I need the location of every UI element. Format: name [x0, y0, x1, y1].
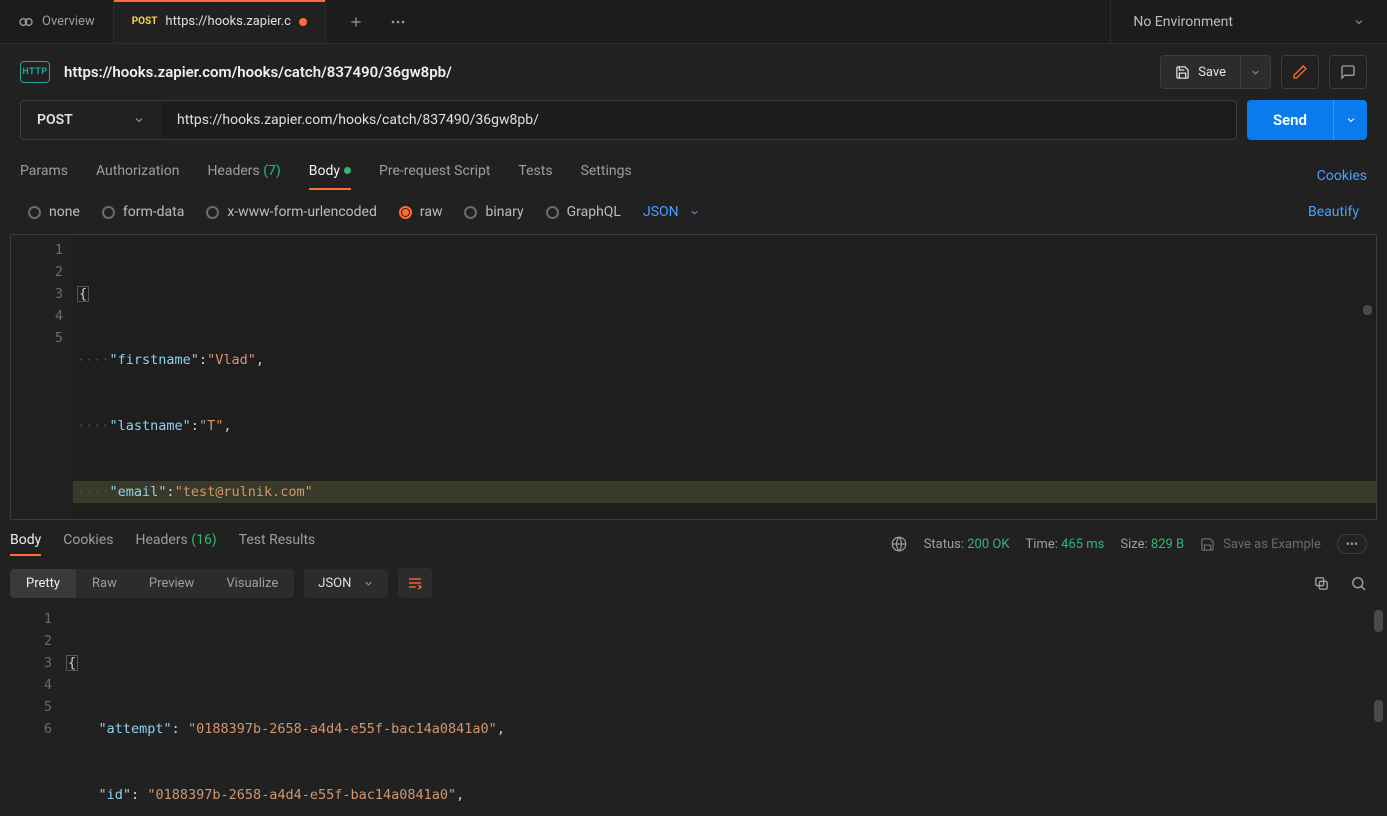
- scrollbar-thumb[interactable]: [1363, 305, 1372, 315]
- body-type-none[interactable]: none: [28, 204, 80, 220]
- body-type-graphql[interactable]: GraphQL: [546, 204, 621, 220]
- tab-headers[interactable]: Headers (7): [207, 163, 280, 189]
- tab-method-badge: POST: [132, 16, 158, 27]
- globe-icon[interactable]: [890, 535, 908, 553]
- save-options-button[interactable]: [1240, 56, 1270, 88]
- response-tab-tests[interactable]: Test Results: [239, 532, 316, 556]
- chevron-down-icon: [1353, 16, 1365, 28]
- chevron-down-icon: [1345, 114, 1357, 126]
- body-subtype-select[interactable]: JSON: [643, 204, 700, 220]
- save-button[interactable]: Save: [1161, 56, 1240, 88]
- body-type-urlencoded[interactable]: x-www-form-urlencoded: [206, 204, 377, 220]
- response-tab-body[interactable]: Body: [10, 532, 41, 556]
- response-tab-headers[interactable]: Headers (16): [135, 532, 216, 556]
- editor-gutter: 1 2 3 4 5: [11, 235, 73, 519]
- response-type-select[interactable]: JSON: [304, 569, 388, 598]
- tab-request-title: https://hooks.zapier.c: [165, 14, 291, 29]
- more-dots-icon: [391, 20, 405, 24]
- comments-button[interactable]: [1329, 55, 1367, 89]
- tab-overview-label: Overview: [42, 14, 95, 29]
- response-headers-count: (16): [191, 532, 216, 548]
- response-tab-cookies[interactable]: Cookies: [63, 532, 113, 556]
- method-value: POST: [37, 112, 73, 128]
- send-label: Send: [1273, 111, 1307, 129]
- tab-params[interactable]: Params: [20, 163, 68, 189]
- headers-count: (7): [263, 163, 281, 179]
- environment-select[interactable]: No Environment: [1110, 0, 1387, 43]
- add-tab-button[interactable]: [342, 8, 370, 36]
- time-info: Time: 465 ms: [1026, 537, 1105, 552]
- response-more-button[interactable]: •••: [1337, 534, 1367, 554]
- radio-icon: [206, 206, 219, 219]
- search-response-button[interactable]: [1350, 575, 1367, 592]
- tab-settings[interactable]: Settings: [581, 163, 632, 189]
- tab-request[interactable]: POST https://hooks.zapier.c: [114, 0, 326, 43]
- http-badge-icon: HTTP: [20, 61, 50, 83]
- cookies-link[interactable]: Cookies: [1317, 168, 1367, 184]
- save-icon: [1175, 65, 1190, 80]
- pencil-icon: [1292, 64, 1308, 80]
- scrollbar-thumb[interactable]: [1374, 700, 1383, 722]
- radio-selected-icon: [399, 206, 412, 219]
- tab-body[interactable]: Body: [309, 163, 351, 189]
- scrollbar-thumb[interactable]: [1374, 610, 1383, 632]
- request-body-editor[interactable]: 1 2 3 4 5 { ····"firstname":"Vlad", ····…: [10, 234, 1377, 520]
- url-input[interactable]: https://hooks.zapier.com/hooks/catch/837…: [161, 101, 1236, 139]
- view-pretty[interactable]: Pretty: [10, 569, 76, 598]
- size-info: Size: 829 B: [1120, 537, 1184, 552]
- body-type-formdata[interactable]: form-data: [102, 204, 184, 220]
- view-raw[interactable]: Raw: [76, 569, 133, 598]
- view-visualize[interactable]: Visualize: [210, 569, 294, 598]
- save-as-example-button[interactable]: Save as Example: [1200, 537, 1321, 552]
- beautify-button[interactable]: Beautify: [1308, 204, 1359, 220]
- radio-icon: [28, 206, 41, 219]
- copy-response-button[interactable]: [1313, 575, 1330, 592]
- body-indicator-icon: [344, 167, 351, 174]
- body-type-raw[interactable]: raw: [399, 204, 443, 220]
- response-body-editor[interactable]: 1 2 3 4 5 6 { "attempt": "0188397b-2658-…: [0, 604, 1387, 816]
- overview-icon: [18, 14, 34, 30]
- body-type-binary[interactable]: binary: [464, 204, 523, 220]
- comment-icon: [1340, 64, 1356, 80]
- radio-icon: [102, 206, 115, 219]
- tab-prerequest[interactable]: Pre-request Script: [379, 163, 490, 189]
- url-value: https://hooks.zapier.com/hooks/catch/837…: [177, 112, 539, 128]
- radio-icon: [546, 206, 559, 219]
- copy-icon: [1313, 575, 1330, 592]
- tab-authorization[interactable]: Authorization: [96, 163, 179, 189]
- plus-icon: [349, 15, 363, 29]
- view-preview[interactable]: Preview: [133, 569, 210, 598]
- response-code[interactable]: { "attempt": "0188397b-2658-a4d4-e55f-ba…: [62, 604, 1387, 816]
- search-icon: [1350, 575, 1367, 592]
- wrap-lines-button[interactable]: [398, 568, 432, 598]
- request-title[interactable]: https://hooks.zapier.com/hooks/catch/837…: [64, 63, 452, 81]
- environment-label: No Environment: [1133, 14, 1233, 30]
- unsaved-dot-icon: [299, 18, 307, 26]
- save-icon: [1200, 537, 1215, 552]
- tabs-more-button[interactable]: [384, 8, 412, 36]
- chevron-down-icon: [689, 207, 700, 218]
- chevron-down-icon: [363, 578, 374, 589]
- save-label: Save: [1198, 65, 1226, 80]
- chevron-down-icon: [1250, 67, 1261, 78]
- method-select[interactable]: POST: [21, 101, 161, 139]
- status-info: Status: 200 OK: [924, 537, 1010, 552]
- send-options-button[interactable]: [1333, 100, 1367, 140]
- chevron-down-icon: [133, 114, 145, 126]
- response-gutter: 1 2 3 4 5 6: [0, 604, 62, 816]
- send-button[interactable]: Send: [1247, 100, 1333, 140]
- radio-icon: [464, 206, 477, 219]
- edit-button[interactable]: [1281, 55, 1319, 89]
- tab-tests[interactable]: Tests: [518, 163, 552, 189]
- editor-code[interactable]: { ····"firstname":"Vlad", ····"lastname"…: [73, 235, 1376, 519]
- response-view-mode: Pretty Raw Preview Visualize: [10, 569, 294, 598]
- tab-overview[interactable]: Overview: [0, 0, 114, 43]
- wrap-icon: [407, 575, 423, 591]
